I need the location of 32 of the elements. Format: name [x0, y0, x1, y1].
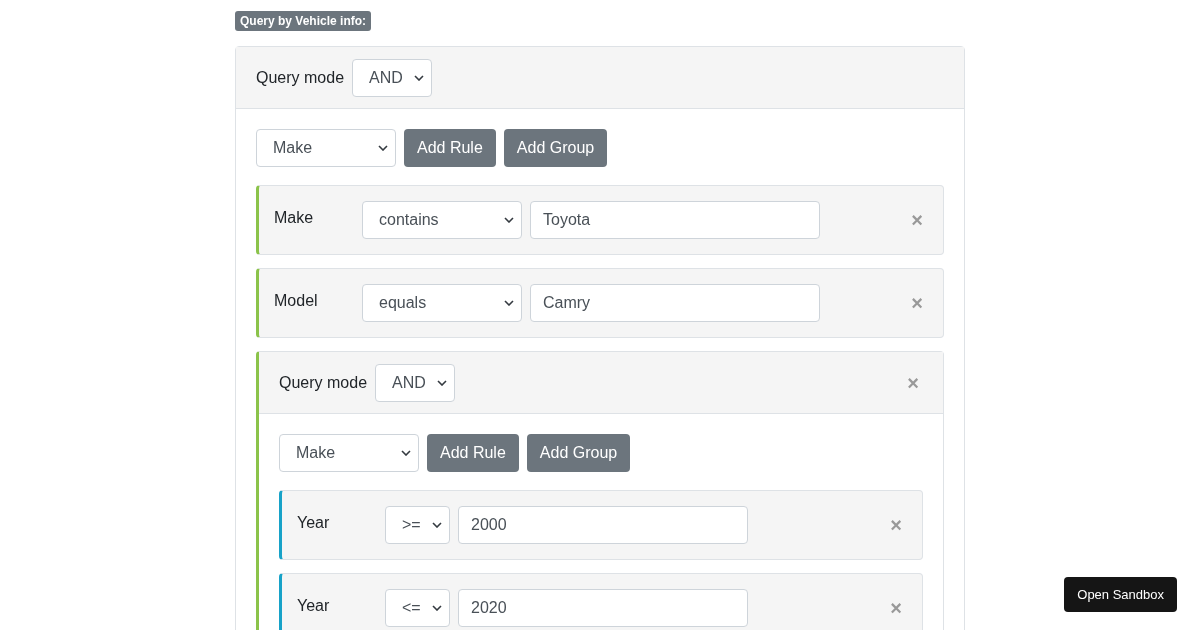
operator-select[interactable]: contains [362, 201, 522, 239]
value-input[interactable]: 2000 [458, 506, 748, 544]
add-group-button[interactable]: Add Group [503, 129, 608, 167]
open-sandbox-button[interactable]: Open Sandbox [1064, 576, 1177, 612]
rule-field-label: Year [297, 596, 331, 616]
query-mode-label: Query mode [256, 67, 345, 88]
add-rule-button[interactable]: Add Rule [404, 129, 496, 167]
operator-select[interactable]: equals [362, 284, 522, 322]
chevron-icon [432, 605, 442, 611]
chevron-icon [504, 217, 514, 223]
section-label: Query by Vehicle info: [235, 11, 372, 31]
chevron-icon [414, 74, 425, 81]
chevron-icon [378, 145, 388, 151]
operator-select[interactable]: <= [385, 589, 450, 627]
add-group-button[interactable]: Add Group [526, 434, 631, 472]
add-rule-button[interactable]: Add Rule [427, 434, 519, 472]
chevron-icon [432, 522, 442, 528]
field-select[interactable]: Make [279, 434, 419, 472]
value-input[interactable]: Toyota [530, 201, 820, 239]
rule-field-label: Model [274, 291, 319, 311]
value-input[interactable]: 2020 [458, 589, 748, 627]
rule-field-label: Make [274, 208, 315, 228]
query-mode-select[interactable]: AND [375, 363, 456, 402]
rule-field-label: Year [297, 513, 331, 533]
chevron-icon [437, 379, 448, 386]
chevron-icon [401, 450, 411, 456]
chevron-icon [504, 300, 514, 306]
field-select[interactable]: Make [256, 129, 396, 167]
query-mode-label: Query mode [279, 372, 368, 393]
query-mode-select[interactable]: AND [352, 58, 433, 97]
value-input[interactable]: Camry [530, 284, 820, 322]
operator-select[interactable]: >= [385, 506, 450, 544]
